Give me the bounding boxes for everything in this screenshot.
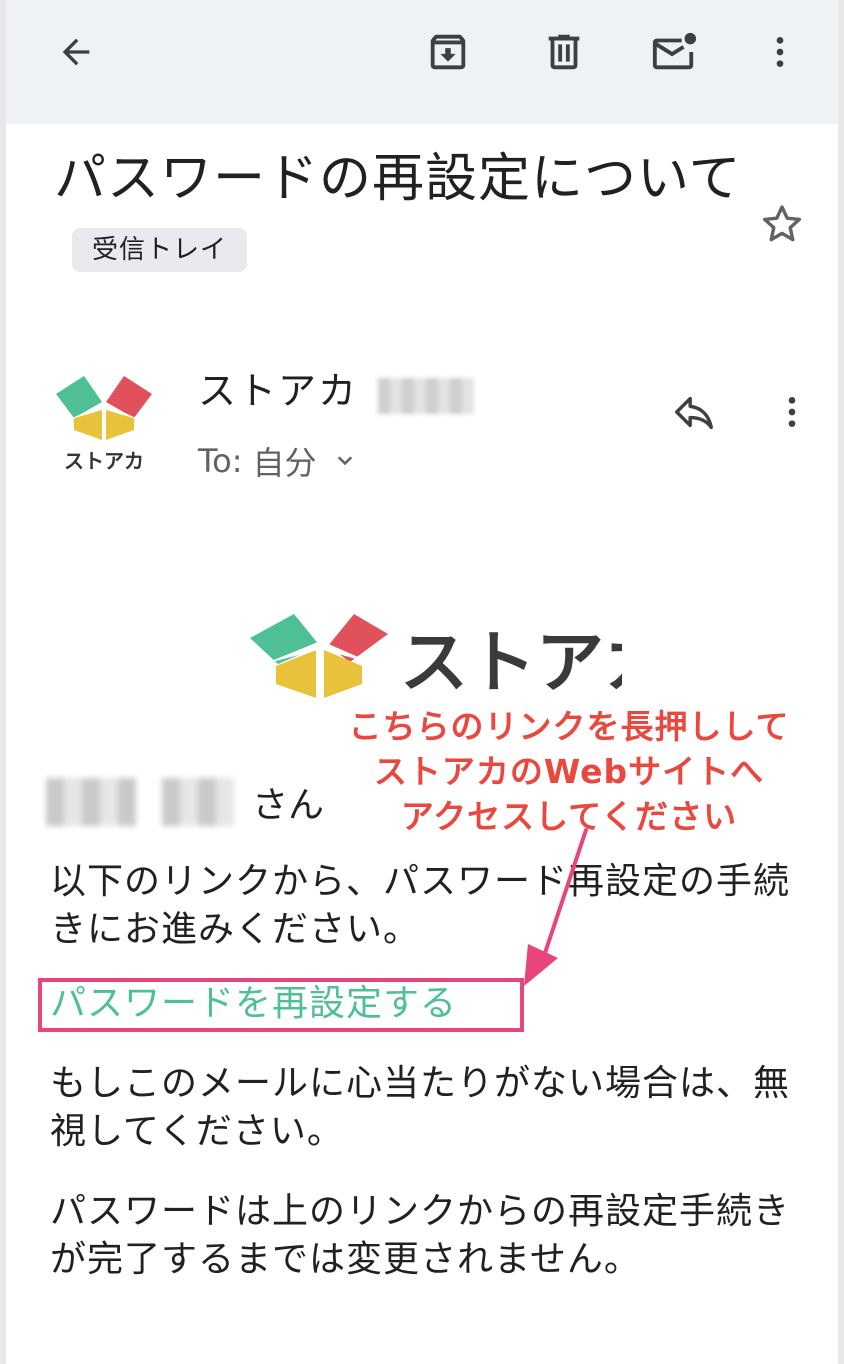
avatar-wordmark: ストアカ xyxy=(64,449,144,473)
reply-button[interactable] xyxy=(664,382,724,442)
more-options-button[interactable] xyxy=(750,22,810,82)
body-paragraph-3: パスワードは上のリンクからの再設定手続きが完了するまでは変更されません。 xyxy=(50,1191,791,1280)
brand-logo: ストアカ xyxy=(242,600,672,710)
back-arrow-icon xyxy=(62,38,90,66)
recipient-details-toggle[interactable]: To: 自分 xyxy=(198,438,360,484)
sender-email-redacted xyxy=(378,378,474,414)
email-view: パスワードの再設定について受信トレイ ストアカ ストアカ To: 自分 ストア … xyxy=(6,0,838,1364)
storeaca-avatar-logo: ストアカ xyxy=(56,376,152,473)
recipient-value: 自分 xyxy=(252,444,317,482)
greeting: さん xyxy=(46,772,324,832)
archive-button[interactable] xyxy=(418,22,478,82)
body-paragraph-2: もしこのメールに心当たりがない場合は、無視してください。 xyxy=(50,1063,791,1152)
annotation-line-2: ストアカのWebサイトへ xyxy=(373,752,765,791)
body-paragraph-1: 以下のリンクから、パスワード再設定の手続きにお進みください。 xyxy=(50,861,791,950)
storeaca-logo: ストアカ xyxy=(250,614,672,703)
greeting-suffix: さん xyxy=(252,785,325,826)
mail-unread-icon xyxy=(652,32,697,70)
annotation-arrow xyxy=(524,828,588,986)
mark-unread-button[interactable] xyxy=(644,22,704,82)
more-vert-icon xyxy=(788,397,796,427)
instruction-annotation: こちらのリンクを長押しして ストアカのWebサイトへ アクセスしてください xyxy=(324,704,814,839)
reset-password-link[interactable]: パスワードを再設定する xyxy=(50,980,457,1028)
inbox-label-chip[interactable]: 受信トレイ xyxy=(72,228,248,272)
more-vert-icon xyxy=(776,37,784,67)
delete-button[interactable] xyxy=(534,22,594,82)
archive-icon xyxy=(430,34,466,70)
recipient-lastname-redacted xyxy=(46,778,136,826)
sender-avatar[interactable]: ストアカ xyxy=(44,366,164,476)
recipient-label: To: xyxy=(198,442,243,480)
recipient-firstname-redacted xyxy=(162,778,234,826)
message-more-button[interactable] xyxy=(764,382,820,442)
star-icon xyxy=(762,205,802,242)
top-app-bar xyxy=(6,0,838,124)
back-button[interactable] xyxy=(46,22,106,82)
star-button[interactable] xyxy=(754,196,810,252)
trash-icon xyxy=(548,34,580,70)
email-subject: パスワードの再設定について受信トレイ xyxy=(54,142,744,290)
annotation-line-1: こちらのリンクを長押しして xyxy=(348,707,790,746)
subject-text: パスワードの再設定について xyxy=(54,149,742,209)
reply-icon xyxy=(675,396,713,430)
logo-wordmark: ストアカ xyxy=(400,624,622,703)
chevron-down-icon xyxy=(338,456,353,466)
sender-name: ストアカ xyxy=(198,369,359,413)
